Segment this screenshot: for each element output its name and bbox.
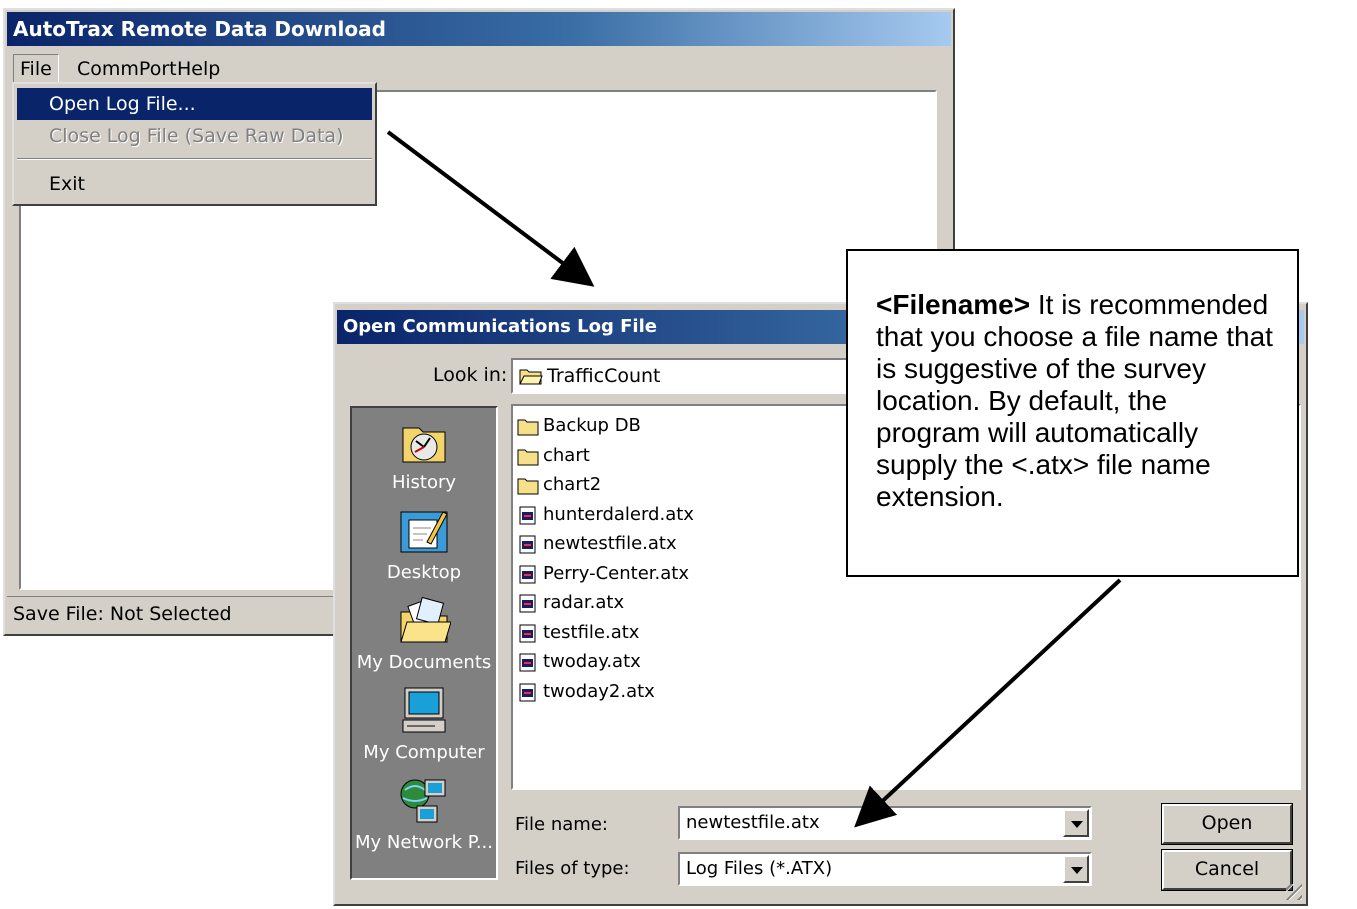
my-network-places-icon (400, 779, 446, 823)
menu-separator (17, 158, 372, 160)
cancel-button[interactable]: Cancel (1162, 850, 1292, 890)
file-list-item[interactable]: chart (517, 442, 590, 470)
file-type-value: Log Files (*.ATX) (686, 858, 833, 879)
atx-file-icon (519, 565, 536, 583)
callout-heading: <Filename> (876, 289, 1031, 320)
place-desktop[interactable]: Desktop (352, 506, 496, 583)
file-list-item[interactable]: twoday.atx (517, 648, 641, 676)
atx-file-icon (519, 624, 536, 642)
open-folder-icon (519, 369, 543, 385)
filename-callout: <Filename> It is recommended that you ch… (846, 249, 1299, 577)
file-name-dropdown-button[interactable] (1063, 809, 1089, 837)
file-list-item-name: twoday2.atx (543, 680, 655, 702)
file-name-value: newtestfile.atx (686, 812, 820, 833)
file-list-item-name: chart (543, 444, 590, 466)
atx-file-icon (519, 594, 536, 613)
file-list-item-name: newtestfile.atx (543, 533, 677, 554)
file-list-item[interactable]: newtestfile.atx (517, 530, 677, 558)
menu-open-log-file[interactable]: Open Log File... (17, 88, 372, 120)
file-menu-dropdown: Open Log File... Close Log File (Save Ra… (12, 82, 377, 206)
atx-file-icon (519, 506, 536, 524)
file-list-item-name: chart2 (543, 474, 602, 495)
place-history-label: History (391, 472, 457, 493)
open-button[interactable]: Open (1162, 804, 1292, 844)
main-window-title: AutoTrax Remote Data Download (7, 12, 951, 46)
menu-bar: File CommPort Help (7, 50, 951, 86)
file-name-label: File name: (515, 814, 608, 835)
file-list-item[interactable]: twoday2.atx (517, 678, 655, 706)
place-my-computer-label: My Computer (363, 742, 485, 763)
folder-icon (517, 449, 539, 465)
atx-file-icon (519, 535, 536, 554)
file-list-item[interactable]: radar.atx (517, 589, 624, 617)
file-type-select[interactable]: Log Files (*.ATX) (678, 852, 1092, 886)
look-in-label: Look in: (433, 364, 508, 386)
file-type-dropdown-button[interactable] (1063, 855, 1089, 883)
place-my-network[interactable]: My Network P... (352, 776, 496, 853)
atx-file-icon (519, 653, 536, 672)
file-list-item[interactable]: Backup DB (517, 412, 641, 440)
resize-grip-icon[interactable] (1286, 884, 1302, 900)
look-in-value: TrafficCount (547, 365, 661, 387)
look-in-combo[interactable]: TrafficCount (511, 358, 871, 394)
menu-commport[interactable]: CommPort (71, 54, 183, 84)
file-list-item-name: Perry-Center.atx (543, 562, 689, 584)
menu-exit[interactable]: Exit (17, 168, 372, 200)
atx-file-icon (519, 683, 536, 701)
my-documents-icon (400, 596, 451, 643)
file-list-item-name: radar.atx (543, 592, 625, 613)
folder-icon (517, 419, 539, 436)
desktop-icon (400, 511, 448, 553)
file-type-label: Files of type: (515, 858, 630, 879)
my-computer-icon (402, 687, 446, 733)
file-list-item-name: hunterdalerd.atx (543, 503, 694, 525)
menu-file[interactable]: File (13, 54, 59, 84)
place-my-computer[interactable]: My Computer (352, 686, 496, 763)
history-icon (402, 427, 446, 463)
places-bar: History Desktop My Documents My Computer… (350, 406, 498, 880)
file-list-item[interactable]: Perry-Center.atx (517, 560, 689, 588)
file-list-item-name: twoday.atx (543, 651, 641, 672)
callout-body: It is recommended that you choose a file… (876, 289, 1273, 512)
place-my-network-label: My Network P... (355, 832, 493, 853)
menu-help[interactable]: Help (171, 54, 226, 84)
file-list-item[interactable]: chart2 (517, 471, 601, 499)
place-desktop-label: Desktop (386, 562, 462, 583)
place-my-documents-label: My Documents (356, 652, 492, 673)
place-my-documents[interactable]: My Documents (352, 596, 496, 673)
file-name-input[interactable]: newtestfile.atx (678, 806, 1092, 840)
menu-close-log-file: Close Log File (Save Raw Data) (49, 125, 344, 147)
folder-icon (517, 478, 539, 495)
file-list-item-name: testfile.atx (543, 621, 640, 643)
file-list-item[interactable]: hunterdalerd.atx (517, 501, 694, 529)
file-list-item[interactable]: testfile.atx (517, 619, 639, 647)
file-list-item-name: Backup DB (543, 415, 641, 436)
place-history[interactable]: History (352, 416, 496, 493)
